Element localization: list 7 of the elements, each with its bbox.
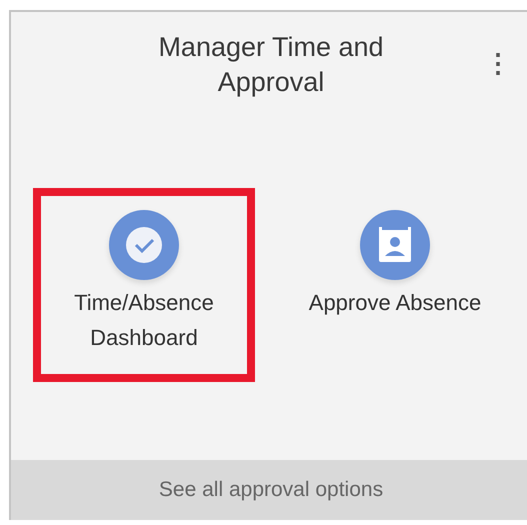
card-title: Manager Time and Approval [157, 31, 385, 99]
menu-button[interactable]: ⋮ [485, 48, 503, 78]
footer-link[interactable]: See all approval options [11, 460, 527, 520]
person-card-icon [360, 210, 430, 280]
app-tile[interactable]: Approve Absence [284, 188, 506, 382]
app-tile[interactable]: Time/Absence Dashboard [33, 188, 255, 382]
check-circle-icon [109, 210, 179, 280]
